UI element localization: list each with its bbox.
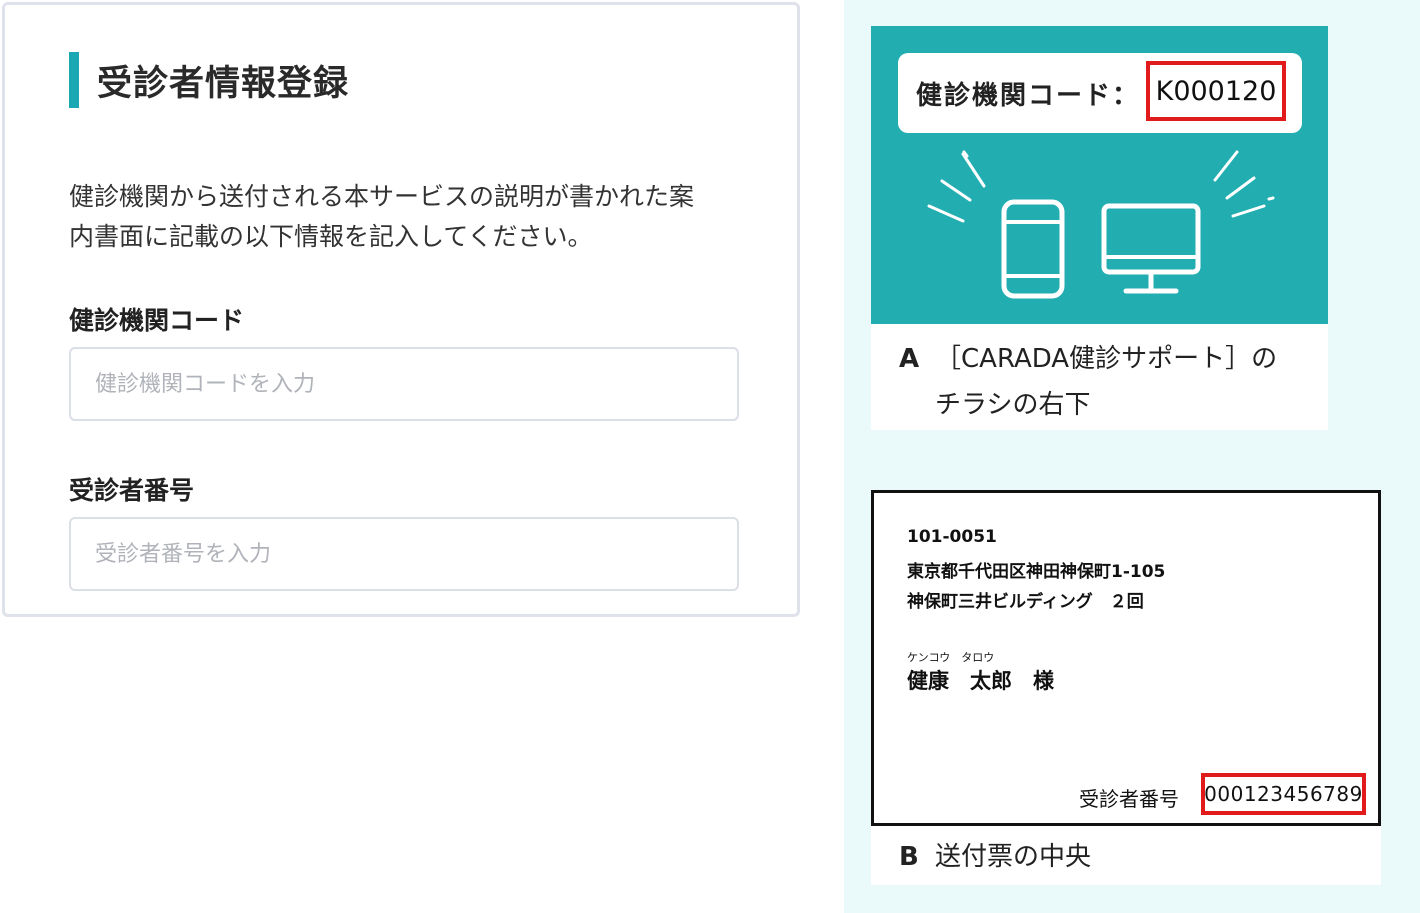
address-line-1: 東京都千代田区神田神保町1-105: [907, 562, 1166, 582]
devices-illustration: [927, 150, 1275, 299]
smartphone-icon: [1001, 199, 1065, 299]
caption-letter-a: A: [899, 344, 920, 374]
patient-number-label: 受診者番号: [69, 476, 195, 505]
intro-line-1: 健診機関から送付される本サービスの説明が書かれた案: [69, 182, 695, 211]
envelope-patient-number-label: 受診者番号: [1079, 787, 1179, 811]
clinic-code-input[interactable]: [69, 347, 739, 421]
patient-number-input[interactable]: [69, 517, 739, 591]
title-accent-bar: [69, 52, 79, 108]
flyer-image: 健診機関コード： K000120: [871, 26, 1328, 324]
flyer-code-pill: 健診機関コード： K000120: [898, 53, 1302, 133]
registration-form-card: 受診者情報登録 健診機関から送付される本サービスの説明が書かれた案 内書面に記載…: [2, 2, 800, 617]
address-line-2: 神保町三井ビルディング ２回: [907, 592, 1144, 612]
envelope-patient-number-highlight: 000123456789: [1201, 773, 1366, 815]
flyer-caption-line-2: チラシの右下: [935, 390, 1091, 420]
postal-code: 101-0051: [907, 527, 997, 547]
right-sparkle-icon: [1213, 150, 1275, 218]
envelope-caption-text: 送付票の中央: [935, 842, 1092, 872]
flyer-code-label: 健診機関コード：: [916, 81, 1141, 111]
page-title-block: 受診者情報登録: [69, 51, 349, 109]
recipient-name: 健康 太郎 様: [907, 669, 1054, 693]
envelope-caption: B 送付票の中央: [899, 834, 1091, 880]
recipient-furigana: ケンコウ タロウ: [907, 651, 995, 664]
envelope-image: 101-0051 東京都千代田区神田神保町1-105 神保町三井ビルディング ２…: [871, 490, 1381, 826]
clinic-code-label: 健診機関コード: [69, 306, 245, 335]
intro-text: 健診機関から送付される本サービスの説明が書かれた案 内書面に記載の以下情報を記入…: [69, 177, 769, 257]
page-title: 受診者情報登録: [97, 63, 350, 104]
left-sparkle-icon: [927, 150, 986, 223]
intro-line-2: 内書面に記載の以下情報を記入してください。: [69, 222, 593, 251]
flyer-code-value-highlight: K000120: [1146, 61, 1286, 121]
flyer-caption: A ［CARADA健診サポート］の チラシの右下: [899, 336, 1277, 428]
flyer-caption-line-1: ［CARADA健診サポート］の: [935, 344, 1278, 374]
caption-letter-b: B: [899, 842, 919, 872]
flyer-example: 健診機関コード： K000120 A ［CARADA健診サポート］の チラシの右…: [871, 26, 1328, 430]
monitor-icon: [1101, 203, 1201, 294]
envelope-example: 101-0051 東京都千代田区神田神保町1-105 神保町三井ビルディング ２…: [871, 490, 1381, 885]
